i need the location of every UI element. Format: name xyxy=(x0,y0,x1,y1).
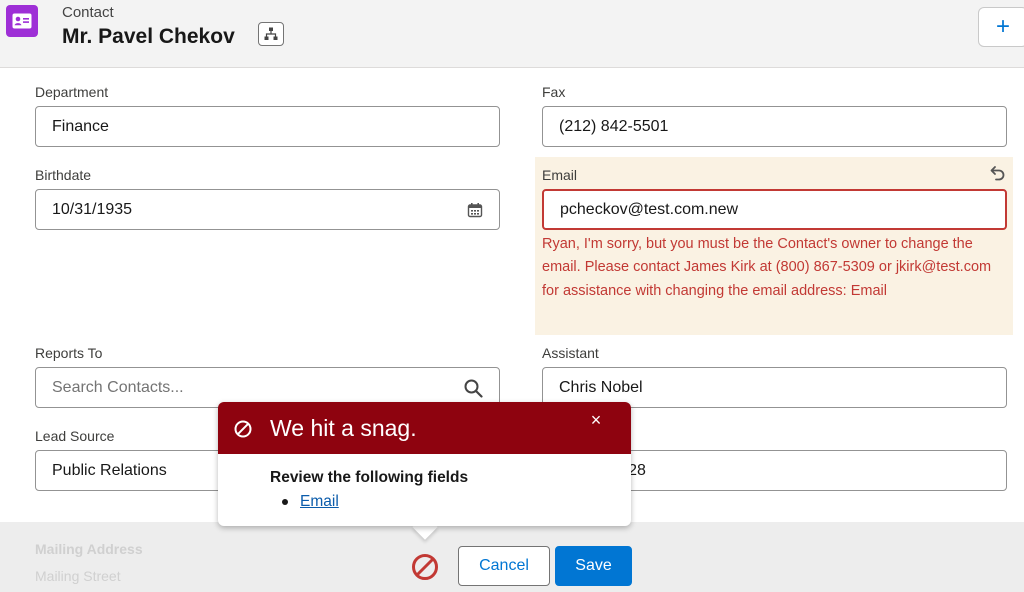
close-icon[interactable]: × xyxy=(588,410,604,430)
assistant-label: Assistant xyxy=(542,345,599,361)
search-icon xyxy=(464,379,483,398)
undo-icon[interactable] xyxy=(988,164,1006,182)
birthdate-label: Birthdate xyxy=(35,167,92,183)
popover-body-title: Review the following fields xyxy=(270,469,469,486)
record-header: Contact Mr. Pavel Chekov + xyxy=(0,0,1024,68)
contact-card-icon xyxy=(6,5,38,37)
email-value: pcheckov@test.com.new xyxy=(560,200,739,218)
lead-source-label: Lead Source xyxy=(35,428,115,444)
popover-title: We hit a snag. xyxy=(270,415,417,441)
fax-value: (212) 842-5501 xyxy=(559,117,669,135)
fax-field[interactable]: (212) 842-5501 xyxy=(542,106,1007,147)
hierarchy-button[interactable] xyxy=(258,22,284,46)
error-icon[interactable] xyxy=(410,552,440,582)
mailing-address-heading: Mailing Address xyxy=(35,541,143,557)
popover-header: We hit a snag. xyxy=(218,402,631,454)
email-label: Email xyxy=(542,167,578,183)
email-field-link[interactable]: Email xyxy=(300,493,339,510)
object-type-label: Contact xyxy=(62,4,114,21)
hierarchy-icon xyxy=(264,27,278,40)
birthdate-field[interactable]: 10/31/1935 xyxy=(35,189,500,230)
email-field[interactable]: pcheckov@test.com.new xyxy=(542,189,1007,230)
reports-to-placeholder: Search Contacts... xyxy=(52,378,184,396)
record-name: Mr. Pavel Chekov xyxy=(62,25,235,48)
department-label: Department xyxy=(35,84,109,100)
error-popover: We hit a snag. Review the following fiel… xyxy=(218,402,631,526)
email-error-message: Ryan, I'm sorry, but you must be the Con… xyxy=(542,236,992,299)
add-button[interactable]: + xyxy=(978,7,1024,47)
popover-field-item: Email xyxy=(282,493,339,511)
birthdate-value: 10/31/1935 xyxy=(52,200,133,218)
fax-label: Fax xyxy=(542,84,566,100)
assistant-value: Chris Nobel xyxy=(559,378,643,396)
department-field[interactable]: Finance xyxy=(35,106,500,147)
ban-icon xyxy=(234,420,252,438)
plus-icon: + xyxy=(995,13,1010,40)
mailing-street-label: Mailing Street xyxy=(35,568,121,584)
calendar-icon[interactable] xyxy=(467,202,483,218)
cancel-button[interactable]: Cancel xyxy=(458,546,550,586)
bullet xyxy=(282,498,288,505)
save-button[interactable]: Save xyxy=(555,546,632,586)
reports-to-label: Reports To xyxy=(35,345,103,361)
department-value: Finance xyxy=(52,117,109,135)
